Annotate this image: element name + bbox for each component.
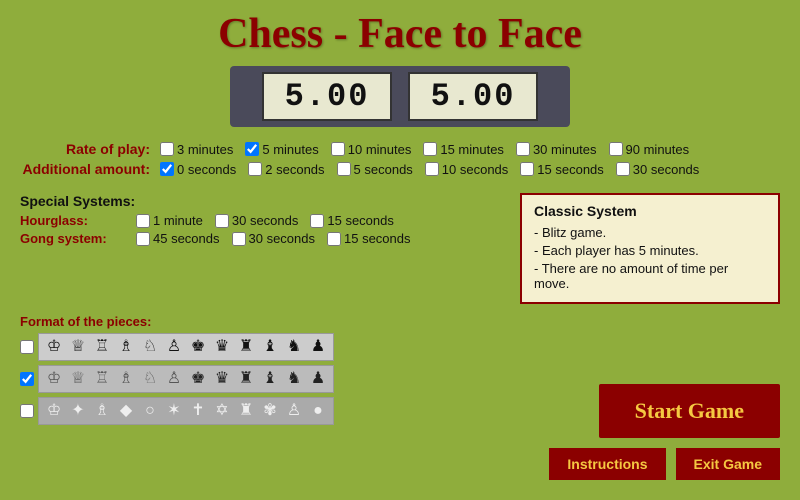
piece3-7[interactable]: ✝ — [187, 400, 209, 422]
timer-left: 5.00 — [262, 72, 392, 121]
piece3-10[interactable]: ✾ — [259, 400, 281, 422]
rate-30min[interactable]: 30 minutes — [516, 142, 597, 157]
piece-bbishop[interactable]: ♝ — [259, 336, 281, 358]
rate-90min[interactable]: 90 minutes — [609, 142, 690, 157]
left-panel: Special Systems: Hourglass: 1 minute 30 … — [20, 193, 510, 304]
classic-system-title: Classic System — [534, 203, 766, 219]
piece3-5[interactable]: ○ — [139, 400, 161, 422]
piece-wknight[interactable]: ♘ — [139, 336, 161, 358]
gong-row: Gong system: 45 seconds 30 seconds 15 se… — [20, 231, 510, 246]
classic-system-points: Blitz game. Each player has 5 minutes. T… — [534, 225, 766, 291]
piece-wpawn[interactable]: ♙ — [163, 336, 185, 358]
gong-45sec[interactable]: 45 seconds — [136, 231, 220, 246]
exit-game-button[interactable]: Exit Game — [676, 448, 780, 480]
piece3-8[interactable]: ✡ — [211, 400, 233, 422]
add-10sec[interactable]: 10 seconds — [425, 162, 509, 177]
classic-point-1: Blitz game. — [534, 225, 766, 240]
piece3-3[interactable]: ♗ — [91, 400, 113, 422]
add-5sec[interactable]: 5 seconds — [337, 162, 413, 177]
bottom-buttons: Instructions Exit Game — [549, 448, 780, 480]
pieces-row-2-checkbox[interactable] — [20, 372, 34, 386]
piece3-4[interactable]: ◆ — [115, 400, 137, 422]
add-0sec[interactable]: 0 seconds — [160, 162, 236, 177]
timer-right: 5.00 — [408, 72, 538, 121]
piece3-12[interactable]: ● — [307, 400, 329, 422]
rate-of-play-row: Rate of play: 3 minutes 5 minutes 10 min… — [20, 141, 780, 157]
pieces-strip-1: ♔ ♕ ♖ ♗ ♘ ♙ ♚ ♛ ♜ ♝ ♞ ♟ — [38, 333, 334, 361]
piece2-bking[interactable]: ♚ — [187, 368, 209, 390]
add-2sec[interactable]: 2 seconds — [248, 162, 324, 177]
pieces-strip-3: ♔ ✦ ♗ ◆ ○ ✶ ✝ ✡ ♜ ✾ ♙ ● — [38, 397, 334, 425]
timer-display: 5.00 5.00 — [230, 66, 570, 127]
piece2-wking[interactable]: ♔ — [43, 368, 65, 390]
start-game-button[interactable]: Start Game — [599, 384, 780, 438]
gong-label: Gong system: — [20, 231, 130, 246]
classic-system-box: Classic System Blitz game. Each player h… — [520, 193, 780, 304]
pieces-strip-2: ♔ ♕ ♖ ♗ ♘ ♙ ♚ ♛ ♜ ♝ ♞ ♟ — [38, 365, 334, 393]
gong-30sec[interactable]: 30 seconds — [232, 231, 316, 246]
hourglass-row: Hourglass: 1 minute 30 seconds 15 second… — [20, 213, 510, 228]
rate-3min[interactable]: 3 minutes — [160, 142, 233, 157]
classic-point-3: There are no amount of time per move. — [534, 261, 766, 291]
page-title: Chess - Face to Face — [0, 0, 800, 58]
rate-10min[interactable]: 10 minutes — [331, 142, 412, 157]
piece-bking[interactable]: ♚ — [187, 336, 209, 358]
piece3-11[interactable]: ♙ — [283, 400, 305, 422]
classic-point-2: Each player has 5 minutes. — [534, 243, 766, 258]
piece3-1[interactable]: ♔ — [43, 400, 65, 422]
add-15sec[interactable]: 15 seconds — [520, 162, 604, 177]
hourglass-label: Hourglass: — [20, 213, 130, 228]
rate-5min[interactable]: 5 minutes — [245, 142, 318, 157]
buttons-area: Start Game Instructions Exit Game — [549, 384, 780, 480]
hourglass-1min[interactable]: 1 minute — [136, 213, 203, 228]
middle-section: Special Systems: Hourglass: 1 minute 30 … — [0, 187, 800, 310]
pieces-format-label: Format of the pieces: — [20, 314, 780, 329]
piece3-2[interactable]: ✦ — [67, 400, 89, 422]
piece2-wqueen[interactable]: ♕ — [67, 368, 89, 390]
piece-wrook[interactable]: ♖ — [91, 336, 113, 358]
pieces-row-3-checkbox[interactable] — [20, 404, 34, 418]
piece2-wrook[interactable]: ♖ — [91, 368, 113, 390]
piece2-wknight[interactable]: ♘ — [139, 368, 161, 390]
piece-bpawn[interactable]: ♟ — [307, 336, 329, 358]
hourglass-30sec[interactable]: 30 seconds — [215, 213, 299, 228]
additional-amount-row: Additional amount: 0 seconds 2 seconds 5… — [20, 161, 780, 177]
piece2-wbishop[interactable]: ♗ — [115, 368, 137, 390]
piece2-bpawn[interactable]: ♟ — [307, 368, 329, 390]
rate-15min[interactable]: 15 minutes — [423, 142, 504, 157]
pieces-row-1: ♔ ♕ ♖ ♗ ♘ ♙ ♚ ♛ ♜ ♝ ♞ ♟ — [20, 333, 780, 361]
piece3-6[interactable]: ✶ — [163, 400, 185, 422]
piece-brook[interactable]: ♜ — [235, 336, 257, 358]
hourglass-15sec[interactable]: 15 seconds — [310, 213, 394, 228]
piece2-bbishop[interactable]: ♝ — [259, 368, 281, 390]
pieces-row-1-checkbox[interactable] — [20, 340, 34, 354]
special-systems-title: Special Systems: — [20, 193, 510, 209]
piece2-wpawn[interactable]: ♙ — [163, 368, 185, 390]
rate-of-play-label: Rate of play: — [20, 141, 150, 157]
piece-bqueen[interactable]: ♛ — [211, 336, 233, 358]
options-section: Rate of play: 3 minutes 5 minutes 10 min… — [0, 135, 800, 187]
piece-wqueen[interactable]: ♕ — [67, 336, 89, 358]
piece2-bknight[interactable]: ♞ — [283, 368, 305, 390]
piece-bknight[interactable]: ♞ — [283, 336, 305, 358]
add-30sec[interactable]: 30 seconds — [616, 162, 700, 177]
piece3-9[interactable]: ♜ — [235, 400, 257, 422]
additional-amount-label: Additional amount: — [20, 161, 150, 177]
piece-wking[interactable]: ♔ — [43, 336, 65, 358]
piece2-bqueen[interactable]: ♛ — [211, 368, 233, 390]
instructions-button[interactable]: Instructions — [549, 448, 665, 480]
gong-15sec[interactable]: 15 seconds — [327, 231, 411, 246]
piece2-brook[interactable]: ♜ — [235, 368, 257, 390]
piece-wbishop[interactable]: ♗ — [115, 336, 137, 358]
